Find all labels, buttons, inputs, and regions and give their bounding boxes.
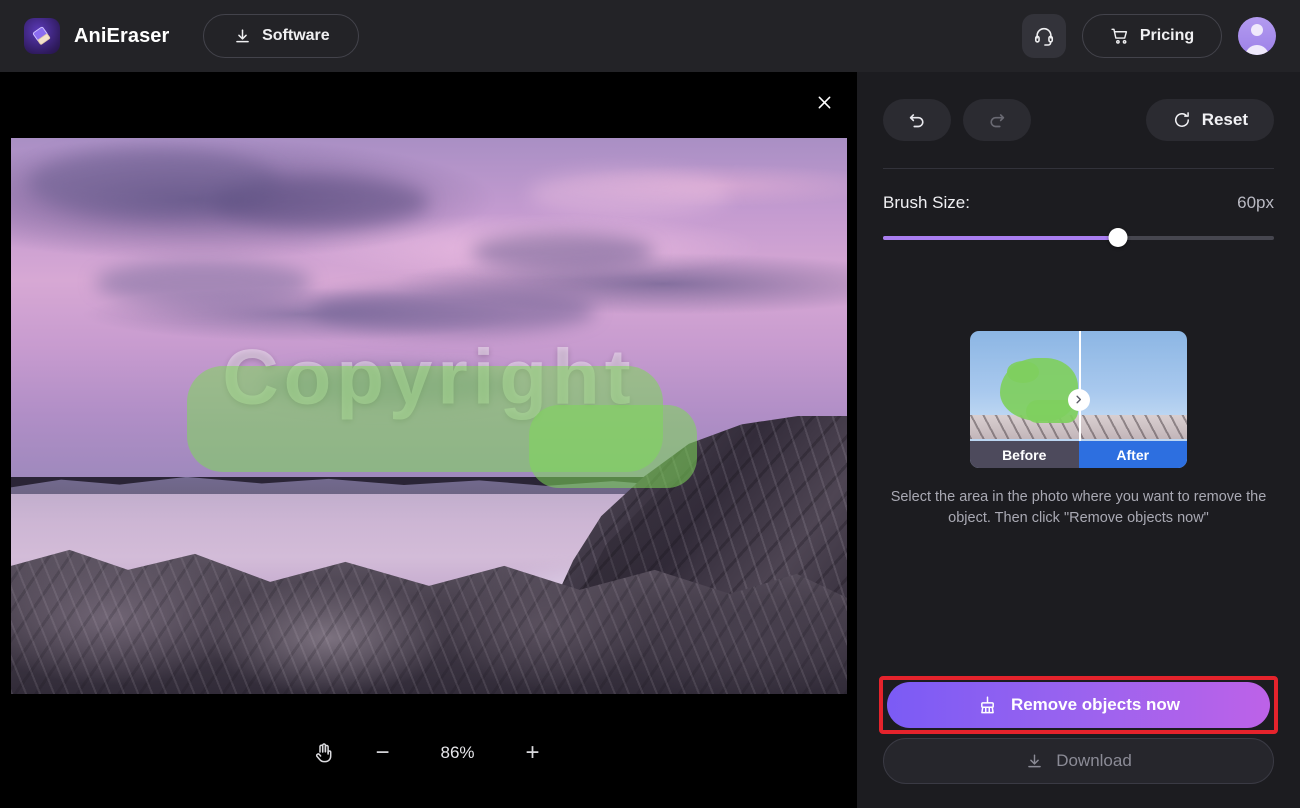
history-controls: Reset: [883, 72, 1274, 141]
undo-button[interactable]: [883, 99, 951, 141]
top-bar-right-group: Pricing: [1022, 14, 1276, 58]
zoom-in-button[interactable]: +: [520, 740, 546, 766]
brand-name-label: AniEraser: [74, 24, 170, 47]
software-button-label: Software: [262, 27, 330, 44]
zoom-level-label: 86%: [440, 743, 475, 762]
photo-image: Copyright: [11, 138, 847, 694]
user-avatar-icon: [1251, 24, 1263, 36]
download-icon: [1025, 752, 1044, 771]
brush-broom-icon: [977, 695, 998, 716]
brand-logo-group[interactable]: AniEraser: [24, 18, 169, 54]
brush-size-label: Brush Size:: [883, 193, 970, 212]
before-after-preview[interactable]: Before After: [970, 331, 1187, 468]
redo-button[interactable]: [963, 99, 1031, 141]
cloud-shape: [94, 260, 312, 305]
tools-side-panel: Reset Brush Size: 60px Before After Sele…: [857, 72, 1300, 808]
close-button[interactable]: [807, 85, 841, 119]
brush-size-row: Brush Size: 60px: [883, 193, 1274, 213]
editor-canvas-area: Copyright − 86% +: [0, 72, 857, 808]
software-button[interactable]: Software: [203, 14, 360, 58]
pricing-button-label: Pricing: [1139, 27, 1195, 44]
cloud-shape: [311, 288, 597, 333]
zoom-toolbar: − 86% +: [0, 740, 857, 766]
remove-objects-button[interactable]: Remove objects now: [887, 682, 1270, 728]
download-button[interactable]: Download: [883, 738, 1274, 784]
support-button[interactable]: [1022, 14, 1066, 58]
eraser-logo-icon: [24, 18, 60, 54]
zoom-out-button[interactable]: −: [370, 740, 396, 766]
remove-objects-button-label: Remove objects now: [1010, 695, 1181, 714]
preview-before-label: Before: [970, 441, 1079, 468]
shopping-cart-icon: [1110, 26, 1130, 46]
close-icon: [815, 93, 834, 112]
slider-fill: [883, 236, 1118, 240]
slider-thumb[interactable]: [1108, 228, 1128, 247]
avatar[interactable]: [1238, 17, 1276, 55]
reset-button[interactable]: Reset: [1145, 99, 1274, 141]
cloud-shape: [470, 232, 655, 272]
aniEraser-app-window: AniEraser Software Pricing Copyright − 8…: [0, 0, 1300, 808]
download-button-label: Download: [1056, 751, 1132, 770]
redo-arrow-icon: [986, 109, 1008, 131]
photo-preview[interactable]: Copyright: [11, 138, 847, 694]
top-navigation-bar: AniEraser Software Pricing: [0, 0, 1300, 72]
pan-tool-button[interactable]: [312, 741, 336, 765]
headset-icon: [1033, 25, 1055, 47]
download-icon: [233, 27, 252, 46]
hand-pan-icon: [312, 741, 336, 765]
brush-size-slider[interactable]: [883, 228, 1274, 247]
before-after-preview-wrap: Before After: [883, 331, 1274, 468]
panel-divider: [883, 168, 1274, 169]
chevron-right-icon: [1073, 394, 1084, 405]
cloud-shape: [261, 365, 513, 405]
cloud-shape: [529, 171, 730, 216]
reset-circular-arrow-icon: [1172, 110, 1192, 130]
preview-after-label: After: [1078, 441, 1187, 468]
cloud-shape: [211, 176, 429, 227]
preview-drag-handle[interactable]: [1067, 388, 1090, 411]
brush-size-value: 60px: [1237, 193, 1274, 212]
pricing-button[interactable]: Pricing: [1082, 14, 1222, 58]
undo-arrow-icon: [906, 109, 928, 131]
reset-button-label: Reset: [1201, 110, 1248, 129]
preview-labels: Before After: [970, 441, 1187, 468]
instruction-text: Select the area in the photo where you w…: [890, 489, 1267, 526]
